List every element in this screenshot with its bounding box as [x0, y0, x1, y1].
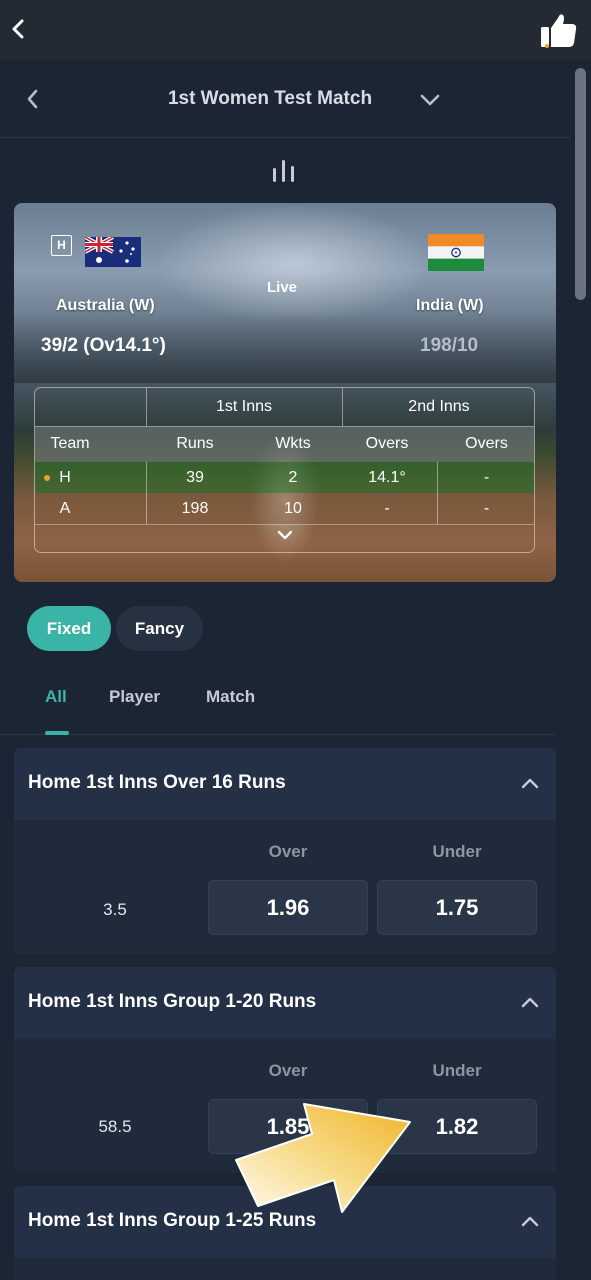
live-status: Live — [267, 279, 298, 296]
divider — [437, 462, 438, 524]
row-wkts: 10 — [284, 499, 302, 517]
row-runs: 198 — [181, 499, 209, 517]
australia-flag-icon — [85, 237, 141, 267]
expand-chevron-icon[interactable] — [275, 528, 295, 544]
col-team: Team — [50, 435, 90, 452]
divider — [146, 462, 147, 524]
divider — [35, 524, 534, 525]
under-odds-button[interactable]: 1.82 — [377, 1099, 537, 1154]
innings-header-1: 1st Inns — [215, 398, 273, 415]
home-team-name: Australia (W) — [56, 297, 155, 314]
market-header[interactable]: Home 1st Inns Group 1-25 Runs — [14, 1186, 556, 1258]
over-label: Over — [268, 842, 308, 861]
line-value: 58.5 — [98, 1117, 132, 1136]
fixed-chip[interactable]: Fixed — [27, 606, 111, 651]
tab-all[interactable]: All — [45, 687, 67, 707]
row-overs-2: - — [483, 468, 490, 486]
tab-player[interactable]: Player — [109, 687, 160, 707]
table-row: H 39 2 14.1° - — [35, 462, 534, 493]
back-arrow-icon[interactable] — [6, 14, 32, 44]
divider — [342, 388, 343, 426]
col-overs-1: Overs — [365, 435, 409, 452]
market-title: Home 1st Inns Group 1-20 Runs — [28, 991, 317, 1012]
under-label: Under — [432, 842, 482, 861]
active-tab-indicator — [45, 731, 69, 735]
innings-header-2: 2nd Inns — [408, 398, 470, 415]
row-overs-1: 14.1° — [368, 468, 406, 486]
india-flag-icon — [428, 234, 484, 271]
scrollbar-thumb[interactable] — [575, 68, 586, 300]
over-odds-button[interactable]: 1.96 — [208, 880, 368, 935]
innings-table: 1st Inns 2nd Inns Team Runs Wkts Overs O… — [34, 387, 535, 553]
market-card: Home 1st Inns Group 1-25 Runs — [14, 1186, 556, 1280]
match-title[interactable]: 1st Women Test Match — [0, 88, 570, 110]
home-badge: H — [51, 235, 72, 256]
market-title: Home 1st Inns Group 1-25 Runs — [28, 1210, 317, 1231]
under-odds-button[interactable]: 1.75 — [377, 880, 537, 935]
row-overs-1: - — [384, 499, 390, 517]
top-bar — [0, 0, 591, 60]
row-team: A — [59, 499, 71, 517]
innings-header-row: 1st Inns 2nd Inns — [35, 388, 534, 426]
over-odds-button[interactable]: 1.85 — [208, 1099, 368, 1154]
chevron-up-icon[interactable] — [520, 995, 540, 1009]
away-score: 198/10 — [420, 335, 479, 356]
col-wkts: Wkts — [275, 435, 311, 452]
under-label: Under — [432, 1061, 482, 1080]
match-header: 1st Women Test Match — [0, 60, 570, 138]
chevron-down-icon[interactable] — [418, 90, 442, 110]
home-score: 39/2 (Ov14.1°) — [41, 335, 166, 356]
fancy-chip[interactable]: Fancy — [116, 606, 203, 651]
row-overs-2: - — [483, 499, 490, 517]
tab-match[interactable]: Match — [206, 687, 255, 707]
market-card: Home 1st Inns Group 1-20 Runs Over Under… — [14, 967, 556, 1173]
table-row: A 198 10 - - — [35, 493, 534, 524]
line-value: 3.5 — [103, 900, 127, 919]
match-page: 1st Women Test Match H Australia (W) Liv… — [0, 60, 570, 1280]
market-header[interactable]: Home 1st Inns Group 1-20 Runs — [14, 967, 556, 1039]
chevron-up-icon[interactable] — [520, 1214, 540, 1228]
market-tabs: All Player Match — [0, 675, 555, 735]
over-label: Over — [268, 1061, 308, 1080]
column-header-row: Team Runs Wkts Overs Overs — [35, 426, 534, 462]
stadium-light — [154, 203, 434, 323]
market-title: Home 1st Inns Over 16 Runs — [28, 772, 286, 793]
scoreboard: H Australia (W) Live India (W) 39/2 (Ov1… — [14, 203, 556, 582]
divider — [35, 426, 534, 427]
chevron-up-icon[interactable] — [520, 776, 540, 790]
row-team: H — [59, 468, 71, 486]
divider — [146, 388, 147, 426]
away-team-name: India (W) — [416, 297, 484, 314]
stats-icon[interactable] — [270, 158, 298, 184]
thumbs-up-icon[interactable] — [539, 10, 579, 50]
col-overs-2: Overs — [465, 435, 508, 452]
col-runs: Runs — [176, 435, 214, 452]
market-header[interactable]: Home 1st Inns Over 16 Runs — [14, 748, 556, 820]
row-runs: 39 — [186, 468, 204, 486]
row-wkts: 2 — [288, 468, 298, 486]
market-card: Home 1st Inns Over 16 Runs Over Under 3.… — [14, 748, 556, 954]
